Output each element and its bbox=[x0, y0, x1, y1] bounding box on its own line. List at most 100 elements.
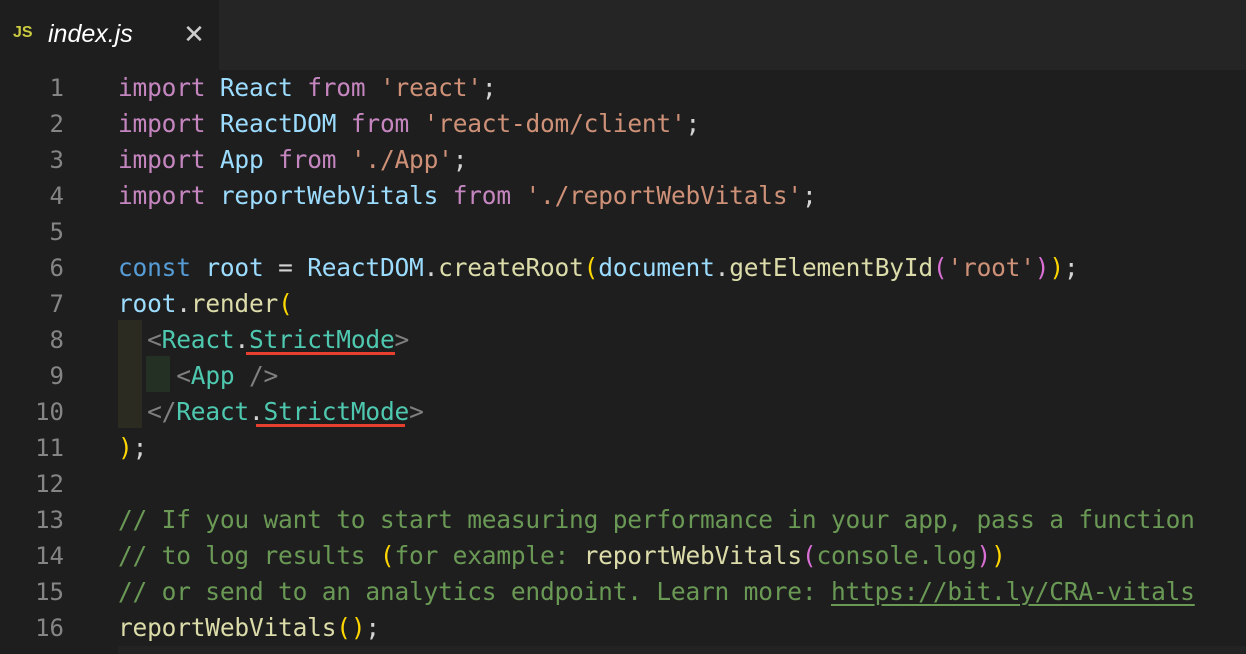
code-token: root bbox=[205, 253, 264, 282]
code-token: import bbox=[118, 181, 206, 210]
code-line[interactable]: 11); bbox=[0, 430, 1246, 466]
code-line[interactable]: 7 root.render( bbox=[0, 286, 1246, 322]
code-token: React bbox=[219, 73, 293, 102]
code-text: import reportWebVitals from './reportWeb… bbox=[118, 178, 817, 214]
code-token: </ bbox=[147, 397, 177, 426]
tab-title: index.js bbox=[48, 20, 133, 48]
code-token: ( bbox=[932, 253, 948, 282]
code-token: . bbox=[176, 289, 191, 318]
code-text: import React from 'react'; bbox=[118, 70, 497, 106]
code-text: ); bbox=[118, 430, 147, 466]
code-token: App bbox=[219, 145, 264, 174]
code-line[interactable]: 9 <App /> bbox=[0, 358, 1246, 394]
code-token: import bbox=[118, 109, 206, 138]
line-number: 10 bbox=[35, 398, 64, 426]
code-token: App bbox=[190, 361, 235, 390]
code-token: ; bbox=[685, 109, 701, 138]
code-token: './App' bbox=[350, 145, 453, 174]
code-line[interactable]: 6 const root = ReactDOM.createRoot(docume… bbox=[0, 250, 1246, 286]
code-line[interactable]: 3 import App from './App'; bbox=[0, 142, 1246, 178]
code-token: reportWebVitals bbox=[118, 613, 337, 642]
code-token: StrictMode bbox=[263, 397, 410, 426]
code-token: document bbox=[598, 253, 715, 282]
line-number: 2 bbox=[49, 110, 64, 138]
code-token: // or send to an analytics endpoint. Lea… bbox=[118, 577, 831, 606]
code-token: from bbox=[307, 73, 366, 102]
code-line[interactable]: 2 import ReactDOM from 'react-dom/client'… bbox=[0, 106, 1246, 142]
code-token: ) bbox=[1049, 253, 1064, 282]
code-line[interactable]: 14// to log results (for example: report… bbox=[0, 538, 1246, 574]
code-line[interactable]: 15 // or send to an analytics endpoint. L… bbox=[0, 574, 1246, 610]
code-token: ; bbox=[132, 433, 148, 462]
comment-link[interactable]: https://bit.ly/CRA-vitals bbox=[831, 577, 1195, 606]
code-line[interactable]: 12 bbox=[0, 466, 1246, 502]
close-icon[interactable]: ✕ bbox=[180, 19, 208, 51]
code-token: ) bbox=[118, 433, 133, 462]
code-token: ; bbox=[1063, 253, 1079, 282]
code-token: 'react' bbox=[379, 73, 482, 102]
code-token: const bbox=[118, 253, 191, 282]
tab-index-js[interactable]: JS index.js ✕ bbox=[0, 0, 219, 70]
code-line[interactable]: 10 </React.StrictMode> bbox=[0, 394, 1246, 430]
code-token: reportWebVitals bbox=[219, 181, 439, 210]
code-token: ReactDOM bbox=[307, 253, 424, 282]
tab-bar: JS index.js ✕ bbox=[0, 0, 1246, 70]
code-token: () bbox=[336, 613, 366, 642]
code-token: for example: bbox=[394, 541, 584, 570]
error-squiggle-1 bbox=[246, 352, 395, 355]
code-token: ) bbox=[1034, 253, 1050, 282]
code-editor[interactable]: 1 import React from 'react'; 2 import React… bbox=[0, 70, 1246, 654]
code-text: import App from './App'; bbox=[118, 142, 467, 178]
code-token: import bbox=[118, 145, 206, 174]
line-number: 5 bbox=[49, 218, 64, 246]
code-token: ) bbox=[991, 541, 1006, 570]
code-token: reportWebVitals bbox=[583, 541, 802, 570]
editor-bottom-edge bbox=[118, 646, 1246, 654]
code-token: React bbox=[161, 325, 235, 354]
code-token: ( bbox=[801, 541, 817, 570]
code-token: console.log bbox=[816, 541, 977, 570]
code-token: /> bbox=[248, 361, 279, 390]
code-line[interactable]: 1 import React from 'react'; bbox=[0, 70, 1246, 106]
code-text: <App /> bbox=[118, 358, 278, 394]
code-token: ; bbox=[481, 73, 497, 102]
line-number: 16 bbox=[35, 614, 64, 642]
code-line[interactable]: 4 import reportWebVitals from './reportWe… bbox=[0, 178, 1246, 214]
code-line[interactable]: 13 // If you want to start measuring perf… bbox=[0, 502, 1246, 538]
code-token: './reportWebVitals' bbox=[525, 181, 802, 210]
code-line[interactable]: 16 reportWebVitals(); bbox=[0, 610, 1246, 646]
code-token: // If you want to start measuring perfor… bbox=[118, 505, 1195, 534]
code-token: ( bbox=[278, 289, 293, 318]
code-token: 'react-dom/client' bbox=[423, 109, 686, 138]
code-text: reportWebVitals(); bbox=[118, 610, 380, 646]
line-number: 3 bbox=[49, 146, 64, 174]
line-number: 6 bbox=[49, 254, 64, 282]
code-token: getElementById bbox=[729, 253, 933, 282]
code-token: from bbox=[278, 145, 337, 174]
code-line[interactable]: 5 bbox=[0, 214, 1246, 250]
code-text: import ReactDOM from 'react-dom/client'; bbox=[118, 106, 700, 142]
code-token: 'root' bbox=[947, 253, 1035, 282]
line-number: 1 bbox=[49, 74, 64, 102]
code-text: const root = ReactDOM.createRoot(documen… bbox=[118, 250, 1079, 286]
code-line[interactable]: 8 <React.StrictMode> bbox=[0, 322, 1246, 358]
line-number: 4 bbox=[49, 182, 64, 210]
line-number: 9 bbox=[49, 362, 64, 390]
code-token: . bbox=[234, 325, 249, 354]
line-number: 12 bbox=[35, 470, 64, 498]
code-token: ( bbox=[379, 541, 395, 570]
code-token: root bbox=[118, 289, 177, 318]
